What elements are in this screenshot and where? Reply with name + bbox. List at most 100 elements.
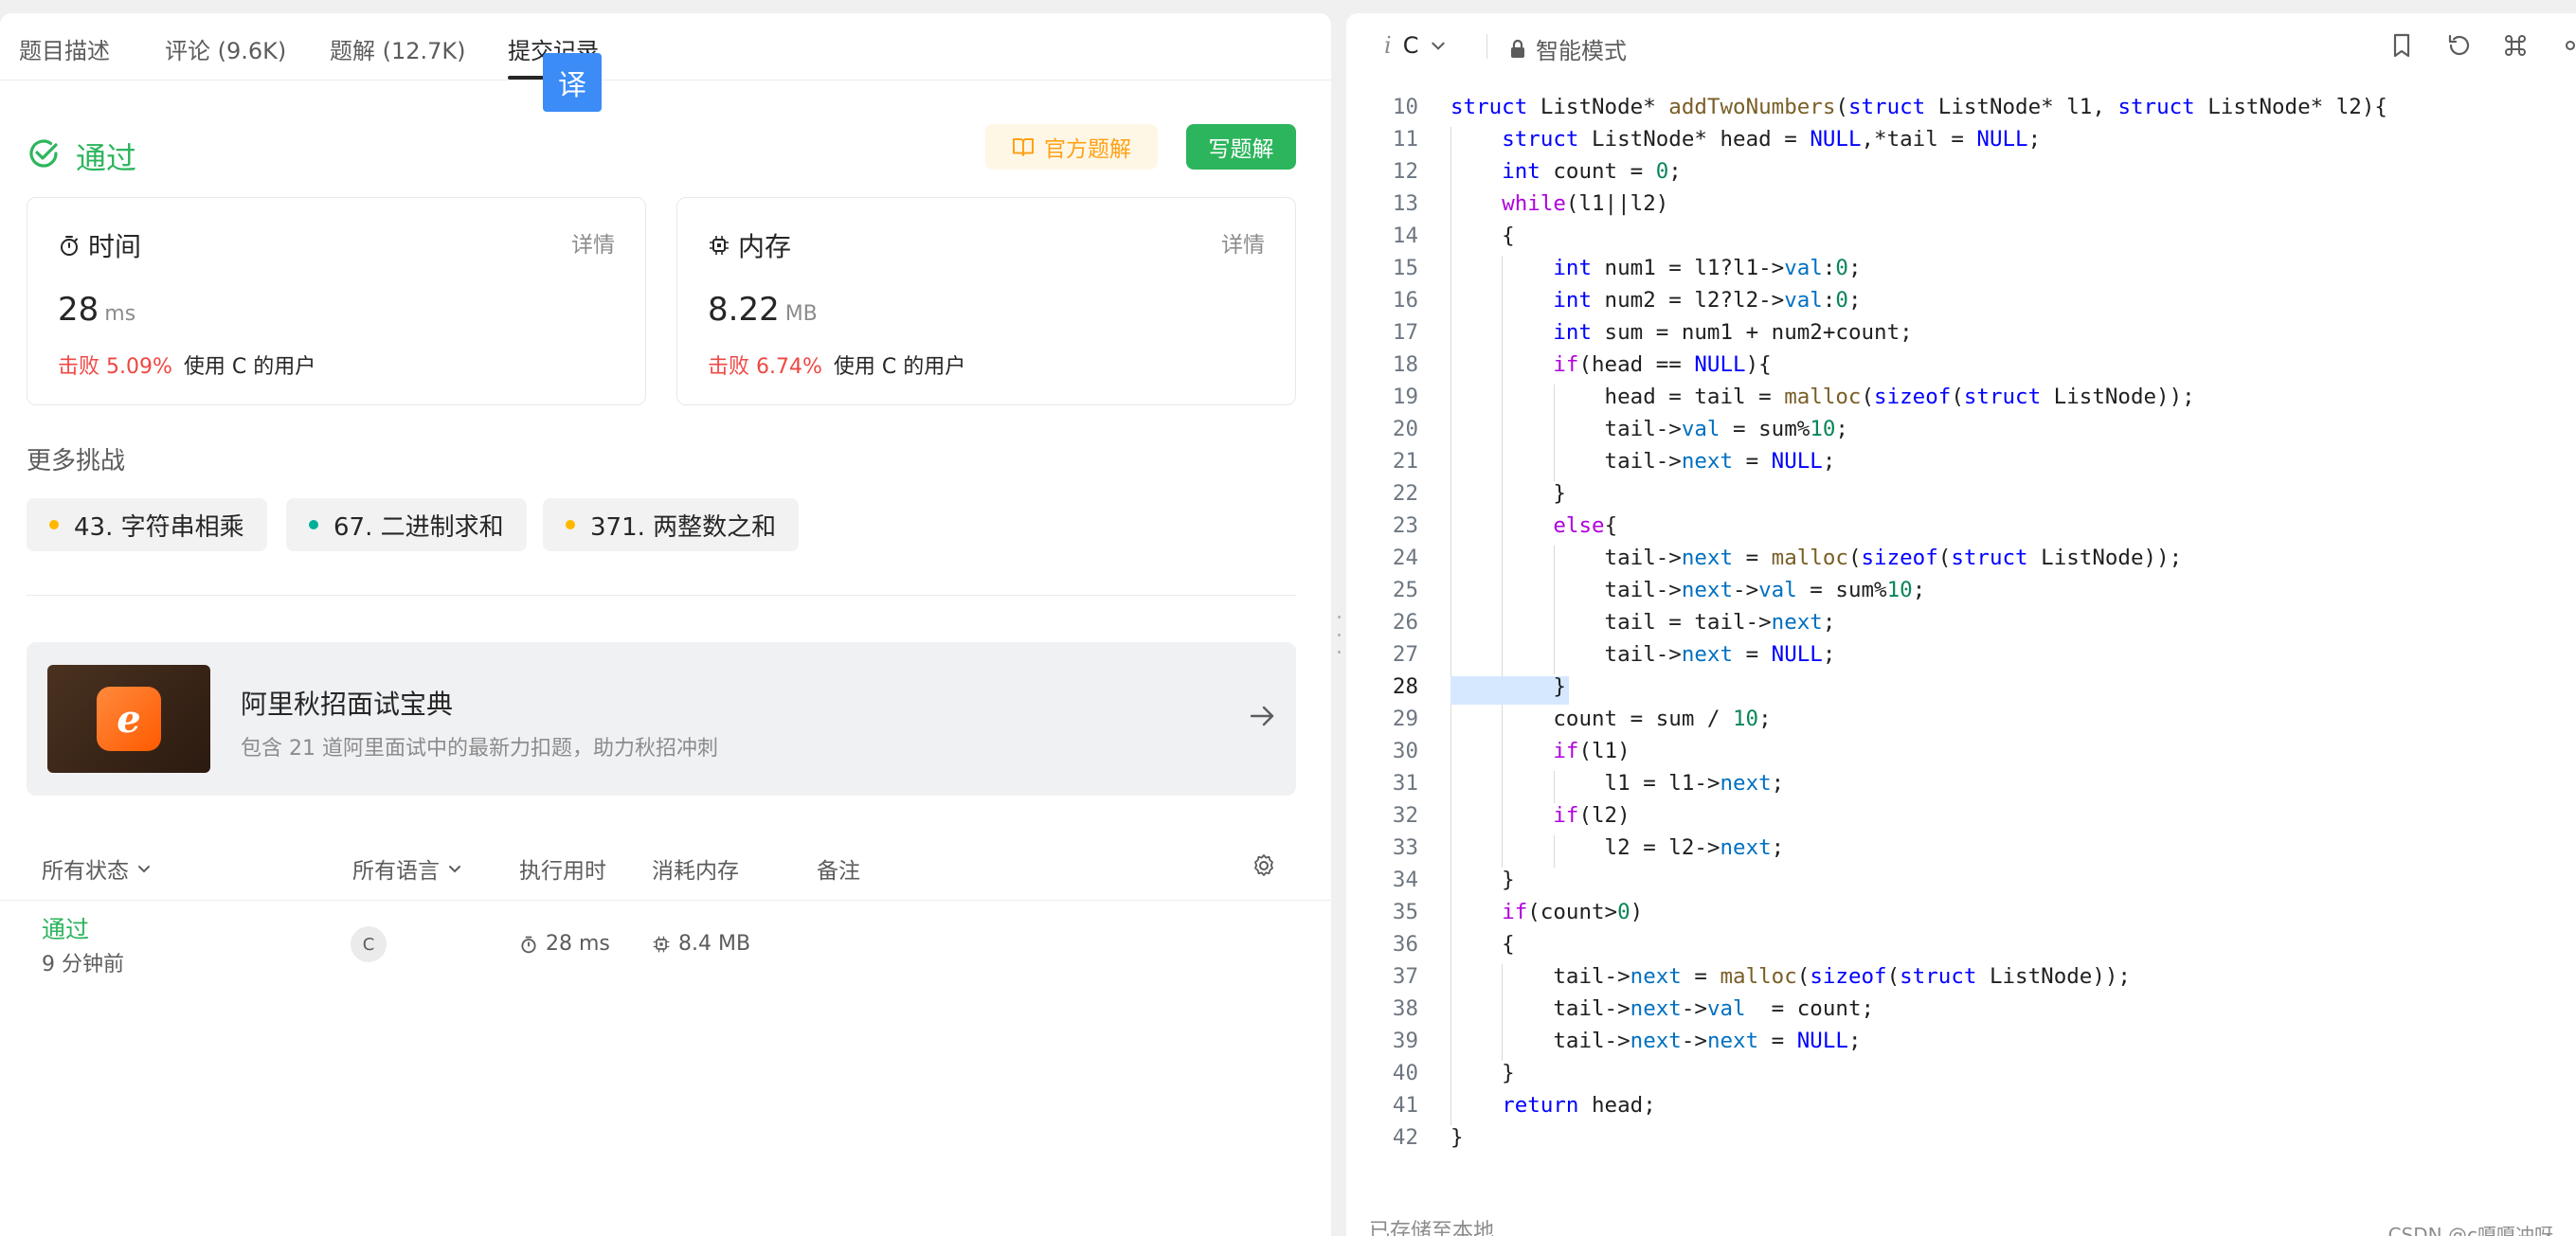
command-icon[interactable] bbox=[2500, 30, 2531, 61]
code-line[interactable]: 26 tail = tail->next; bbox=[1346, 610, 2576, 642]
line-number: 28 bbox=[1392, 674, 1418, 699]
memory-detail-link[interactable]: 详情 bbox=[1221, 226, 1265, 259]
code-line[interactable]: 10 struct ListNode* addTwoNumbers(struct … bbox=[1346, 95, 2576, 127]
submission-status[interactable]: 通过 bbox=[42, 911, 89, 945]
code-line[interactable]: 20 tail->val = sum%10; bbox=[1346, 417, 2576, 449]
code-line[interactable]: 19 head = tail = malloc(sizeof(struct Li… bbox=[1346, 385, 2576, 417]
code-text: tail->next = malloc(sizeof(struct ListNo… bbox=[1450, 546, 2183, 570]
code-text: int sum = num1 + num2+count; bbox=[1553, 320, 1913, 345]
runtime-title: 时间 bbox=[58, 226, 141, 264]
code-editor-panel: i C 智能模式 10 struct ListNode* addTwoNumber… bbox=[1346, 13, 2576, 1236]
code-line[interactable]: 29 count = sum / 10; bbox=[1346, 707, 2576, 739]
tab-comments[interactable]: 评论 (9.6K) bbox=[165, 32, 286, 65]
status-filter[interactable]: 所有状态 bbox=[42, 852, 152, 885]
code-text: { bbox=[1450, 224, 1515, 248]
reset-icon[interactable] bbox=[2443, 30, 2474, 61]
translate-button[interactable]: 译 bbox=[543, 53, 602, 112]
line-number: 34 bbox=[1392, 868, 1418, 892]
code-line[interactable]: 22 } bbox=[1346, 481, 2576, 513]
code-text: else{ bbox=[1553, 513, 1618, 538]
code-line[interactable]: 14 { bbox=[1346, 224, 2576, 256]
line-number: 25 bbox=[1392, 578, 1418, 602]
code-line[interactable]: 36 { bbox=[1346, 932, 2576, 964]
line-number: 19 bbox=[1392, 385, 1418, 409]
code-line[interactable]: 18 if(head == NULL){ bbox=[1346, 352, 2576, 385]
code-line[interactable]: 28 } bbox=[1346, 674, 2576, 707]
memory-card: 内存 详情 8.22 MB 击败 6.74% 使用 C 的用户 bbox=[676, 197, 1296, 405]
gear-icon[interactable] bbox=[1251, 852, 1277, 879]
code-line[interactable]: 27 tail->next = NULL; bbox=[1346, 642, 2576, 674]
table-row[interactable]: 通过 9 分钟前 C 28 ms 8.4 MB bbox=[0, 904, 1331, 998]
code-line[interactable]: 34 } bbox=[1346, 868, 2576, 900]
tab-description[interactable]: 题目描述 bbox=[19, 32, 110, 65]
code-text: return head; bbox=[1502, 1093, 1656, 1118]
code-line[interactable]: 11 struct ListNode* head = NULL,*tail = … bbox=[1346, 127, 2576, 159]
chevron-down-icon bbox=[1432, 42, 1446, 50]
alibaba-logo-icon: e bbox=[97, 687, 161, 751]
code-text: { bbox=[1450, 932, 1515, 957]
code-line[interactable]: 23 else{ bbox=[1346, 513, 2576, 546]
memory-title: 内存 bbox=[708, 226, 791, 264]
code-text: if(l2) bbox=[1553, 803, 1630, 828]
code-line[interactable]: 30 if(l1) bbox=[1346, 739, 2576, 771]
code-line[interactable]: 25 tail->next->val = sum%10; bbox=[1346, 578, 2576, 610]
panel-resize-handle[interactable] bbox=[1333, 616, 1344, 654]
line-number: 30 bbox=[1392, 739, 1418, 763]
challenge-chip[interactable]: 371. 两整数之和 bbox=[543, 498, 800, 551]
language-filter[interactable]: 所有语言 bbox=[352, 852, 462, 885]
challenge-chip[interactable]: 43. 字符串相乘 bbox=[27, 498, 267, 551]
editor-mode[interactable]: 智能模式 bbox=[1509, 32, 1627, 65]
code-line[interactable]: 17 int sum = num1 + num2+count; bbox=[1346, 320, 2576, 352]
challenge-chip[interactable]: 67. 二进制求和 bbox=[286, 498, 527, 551]
code-text: tail->next = NULL; bbox=[1450, 642, 1836, 667]
code-line[interactable]: 24 tail->next = malloc(sizeof(struct Lis… bbox=[1346, 546, 2576, 578]
code-line[interactable]: 35 if(count>0) bbox=[1346, 900, 2576, 932]
code-line[interactable]: 16 int num2 = l2?l2->val:0; bbox=[1346, 288, 2576, 320]
write-solution-button[interactable]: 写题解 bbox=[1186, 124, 1296, 170]
code-line[interactable]: 39 tail->next->next = NULL; bbox=[1346, 1029, 2576, 1061]
line-number: 21 bbox=[1392, 449, 1418, 474]
code-line[interactable]: 37 tail->next = malloc(sizeof(struct Lis… bbox=[1346, 964, 2576, 996]
submission-memory: 8.4 MB bbox=[652, 932, 750, 956]
official-solution-button[interactable]: 官方题解 bbox=[985, 124, 1158, 170]
code-text: int num2 = l2?l2->val:0; bbox=[1553, 288, 1862, 313]
code-line[interactable]: 12 int count = 0; bbox=[1346, 159, 2576, 191]
code-line[interactable]: 31 l1 = l1->next; bbox=[1346, 771, 2576, 803]
promo-banner[interactable]: e 阿里秋招面试宝典 包含 21 道阿里面试中的最新力扣题，助力秋招冲刺 bbox=[27, 642, 1296, 796]
divider bbox=[27, 595, 1296, 596]
line-number: 11 bbox=[1392, 127, 1418, 152]
line-number: 38 bbox=[1392, 996, 1418, 1021]
watermark-text: CSDN @c嘎嘎冲呀 bbox=[2387, 1224, 2553, 1236]
code-line[interactable]: 40 } bbox=[1346, 1061, 2576, 1093]
line-number: 12 bbox=[1392, 159, 1418, 184]
result-panel: 题目描述 评论 (9.6K) 题解 (12.7K) 提交记录 译 通过 官方题解… bbox=[0, 13, 1331, 1236]
stopwatch-icon bbox=[521, 936, 536, 953]
settings-icon[interactable] bbox=[2555, 30, 2576, 61]
code-line[interactable]: 21 tail->next = NULL; bbox=[1346, 449, 2576, 481]
line-number: 15 bbox=[1392, 256, 1418, 280]
line-number: 27 bbox=[1392, 642, 1418, 667]
tab-solutions[interactable]: 题解 (12.7K) bbox=[330, 32, 466, 65]
code-line[interactable]: 42} bbox=[1346, 1125, 2576, 1157]
code-text: l2 = l2->next; bbox=[1450, 835, 1785, 860]
code-text: tail->next = NULL; bbox=[1450, 449, 1836, 474]
line-number: 37 bbox=[1392, 964, 1418, 989]
bookmark-icon[interactable] bbox=[2387, 30, 2417, 61]
code-line[interactable]: 38 tail->next->val = count; bbox=[1346, 996, 2576, 1029]
code-line[interactable]: 41 return head; bbox=[1346, 1093, 2576, 1125]
line-number: 17 bbox=[1392, 320, 1418, 345]
runtime-detail-link[interactable]: 详情 bbox=[571, 226, 615, 259]
runtime-beat: 击败 5.09% 使用 C 的用户 bbox=[58, 355, 316, 379]
code-line[interactable]: 15 int num1 = l1?l1->val:0; bbox=[1346, 256, 2576, 288]
memory-value: 8.22 MB bbox=[708, 291, 818, 329]
language-select[interactable]: i C bbox=[1384, 32, 1447, 59]
memory-beat: 击败 6.74% 使用 C 的用户 bbox=[708, 355, 966, 379]
code-line[interactable]: 13 while(l1||l2) bbox=[1346, 191, 2576, 224]
line-number: 26 bbox=[1392, 610, 1418, 635]
line-number: 22 bbox=[1392, 481, 1418, 506]
code-line[interactable]: 33 l2 = l2->next; bbox=[1346, 835, 2576, 868]
code-line[interactable]: 32 if(l2) bbox=[1346, 803, 2576, 835]
code-text: } bbox=[1450, 481, 1566, 506]
line-number: 18 bbox=[1392, 352, 1418, 377]
line-number: 40 bbox=[1392, 1061, 1418, 1085]
